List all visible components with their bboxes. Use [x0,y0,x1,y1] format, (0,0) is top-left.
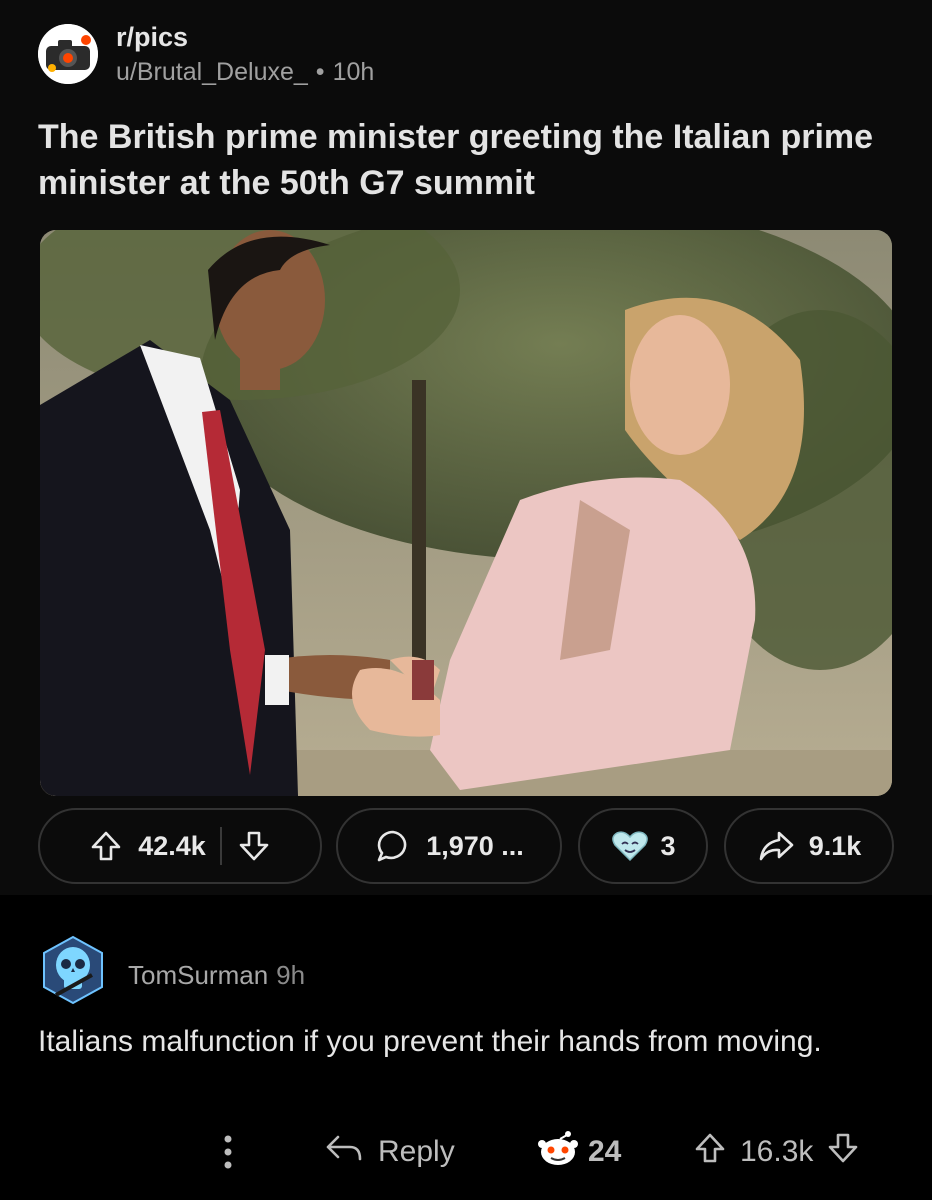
vote-control: 42.4k [38,808,322,884]
share-arrow-icon [757,829,795,863]
post-action-bar: 42.4k 1,970 ... 3 9.1k [38,808,894,886]
comment-bubble-icon [374,827,412,865]
post-header: r/pics u/Brutal_Deluxe_ • 10h [38,22,638,86]
reply-label: Reply [378,1135,455,1168]
award-snoo-icon [536,1128,580,1176]
award-count: 3 [660,830,676,861]
subreddit-name[interactable]: r/pics [116,22,188,53]
comment-downvote-icon[interactable] [825,1130,861,1174]
comment-body: Italians malfunction if you prevent thei… [38,1025,822,1058]
post-meta: u/Brutal_Deluxe_ • 10h [116,58,374,87]
upvote-icon[interactable] [88,828,124,864]
post-title[interactable]: The British prime minister greeting the … [38,114,898,206]
post-card: r/pics u/Brutal_Deluxe_ • 10h The British … [0,0,932,895]
share-count: 9.1k [808,830,862,861]
award-button[interactable]: 3 [578,808,708,884]
upvote-count: 42.4k [138,830,206,861]
reply-arrow-icon [324,1131,364,1173]
post-image[interactable] [40,230,892,796]
comment-age: 9h [276,960,306,990]
comment-award[interactable]: 24 [536,1127,621,1177]
comments-button[interactable]: 1,970 ... [336,808,562,884]
meta-separator: • [315,58,325,86]
downvote-icon[interactable] [236,828,272,864]
comment-author-name[interactable]: TomSurman [128,960,268,990]
vote-divider [219,827,222,865]
comment-vote-control: 16.3k [692,1127,861,1177]
share-button[interactable]: 9.1k [724,808,894,884]
subreddit-avatar-icon[interactable] [38,24,98,84]
comment-upvote-icon[interactable] [692,1130,728,1174]
post-author[interactable]: u/Brutal_Deluxe_ [116,58,308,86]
comment: TomSurman 9h Italians malfunction if you … [0,915,932,1200]
post-age: 10h [332,58,375,86]
skull-avatar-icon[interactable] [38,935,108,1005]
comment-count: 1,970 ... [426,830,524,861]
comment-actions: Reply 24 16.3k [0,1127,932,1177]
more-options-icon[interactable] [214,1127,242,1177]
reply-button[interactable]: Reply [324,1127,455,1177]
comment-award-count: 24 [588,1135,622,1168]
award-heart-icon [610,829,650,863]
comment-author: TomSurman 9h [128,960,305,991]
comment-score: 16.3k [740,1135,814,1168]
